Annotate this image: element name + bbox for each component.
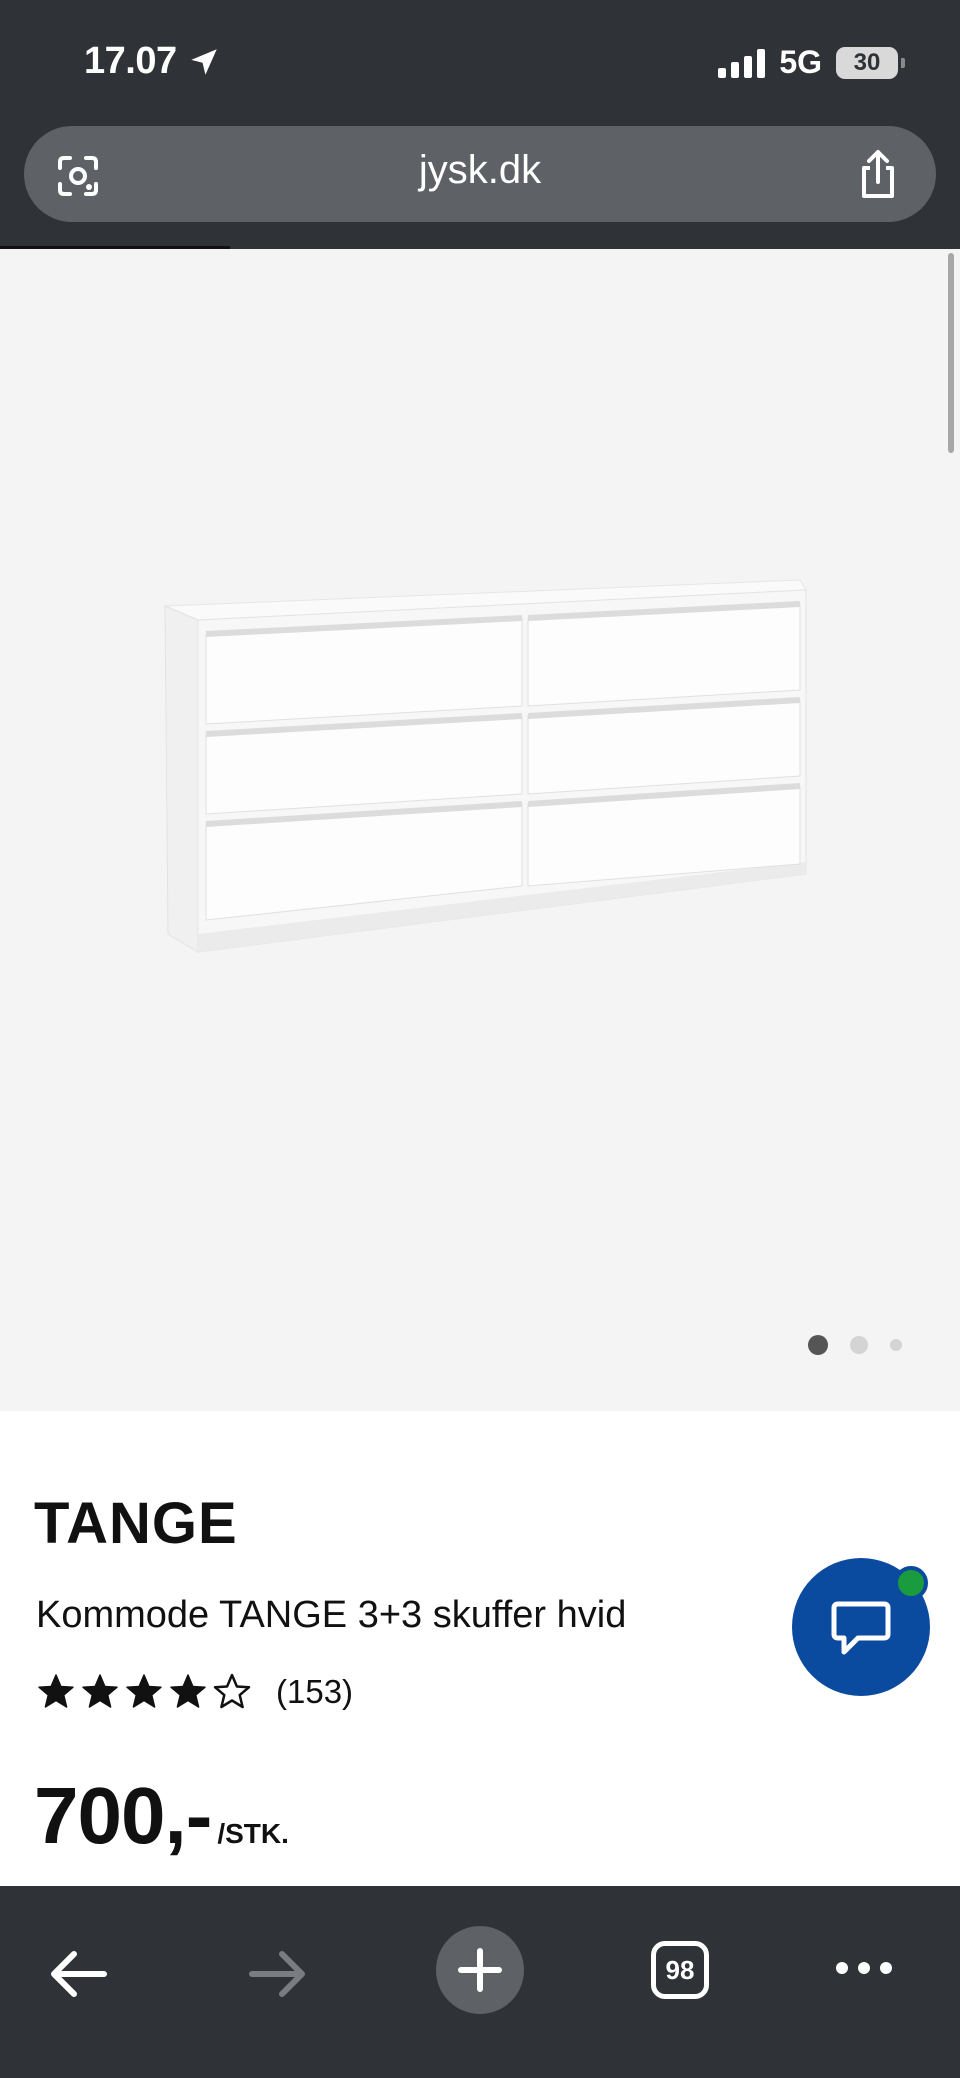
price-value: 700,- — [34, 1771, 212, 1860]
page-scrollbar[interactable] — [948, 253, 954, 453]
product-image-gallery[interactable] — [0, 249, 960, 1411]
chat-bubble-icon — [831, 1601, 891, 1655]
star-filled-icon — [82, 1674, 118, 1708]
gallery-dot[interactable] — [850, 1336, 868, 1354]
rating-stars — [36, 1672, 252, 1712]
gallery-dot[interactable] — [890, 1339, 902, 1351]
tabs-count: 98 — [651, 1941, 709, 1999]
location-arrow-icon — [190, 48, 217, 75]
product-rating[interactable]: (153) — [36, 1672, 353, 1712]
tabs-button[interactable]: 98 — [651, 1941, 709, 1999]
cellular-signal-icon — [718, 48, 766, 78]
battery-icon: 30 — [836, 46, 905, 79]
address-bar[interactable]: jysk.dk — [24, 126, 936, 222]
network-type: 5G — [779, 44, 822, 80]
back-button[interactable] — [48, 1946, 108, 2002]
chat-online-indicator — [894, 1566, 928, 1600]
star-empty-icon — [213, 1673, 251, 1709]
status-time-text: 17.07 — [84, 40, 177, 82]
browser-bottom-toolbar: 98 — [0, 1886, 960, 2078]
more-menu-button[interactable] — [834, 1958, 894, 1978]
product-image — [164, 579, 807, 953]
product-price: 700,- /STK. — [34, 1770, 289, 1862]
product-brand: TANGE — [34, 1491, 238, 1556]
new-tab-button[interactable] — [436, 1926, 524, 2014]
forward-button[interactable] — [248, 1946, 308, 2002]
star-filled-icon — [126, 1674, 162, 1708]
url-text: jysk.dk — [418, 148, 542, 192]
ellipsis-icon — [836, 1962, 892, 1974]
browser-top-bar: 17.07 5G 30 jysk.dk — [0, 0, 960, 254]
product-title: Kommode TANGE 3+3 skuffer hvid — [36, 1594, 627, 1636]
price-unit: /STK. — [217, 1818, 289, 1849]
plus-icon — [458, 1948, 502, 1992]
arrow-left-icon — [51, 1951, 107, 1997]
status-time: 17.07 — [84, 40, 221, 83]
share-icon[interactable] — [854, 148, 902, 200]
battery-level: 30 — [853, 48, 881, 76]
new-tab-circle — [436, 1926, 524, 2014]
star-filled-icon — [38, 1674, 74, 1708]
review-count[interactable]: (153) — [276, 1673, 353, 1711]
status-indicators: 5G 30 — [718, 44, 905, 81]
arrow-right-icon — [249, 1951, 305, 1997]
star-filled-icon — [170, 1674, 206, 1708]
gallery-dot[interactable] — [808, 1335, 828, 1355]
gallery-pagination[interactable] — [808, 1335, 902, 1355]
